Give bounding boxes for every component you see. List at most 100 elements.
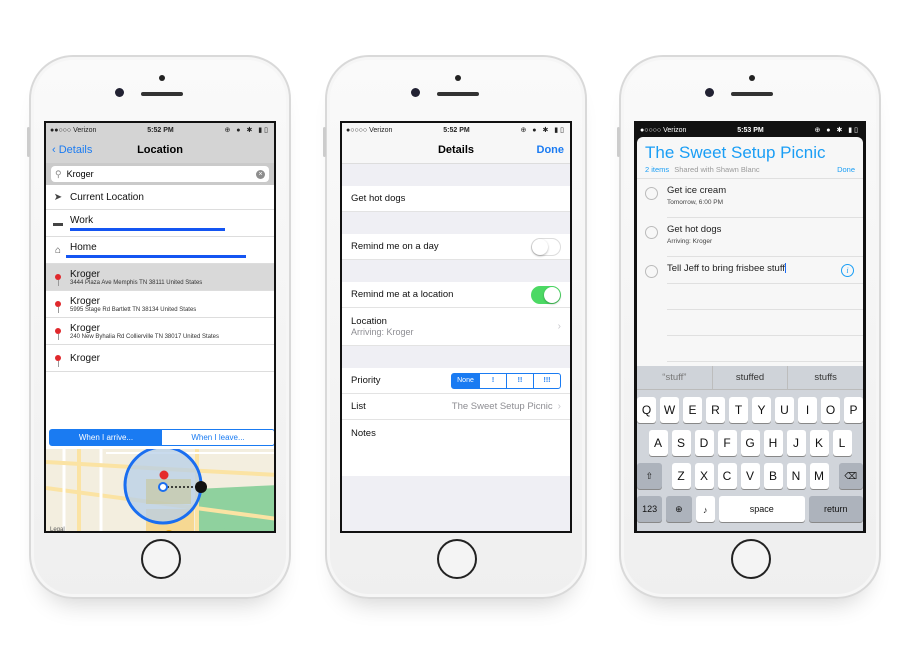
key-r[interactable]: R xyxy=(706,397,725,423)
list-title[interactable]: The Sweet Setup Picnic xyxy=(637,137,863,163)
key-f[interactable]: F xyxy=(717,430,737,456)
key-w[interactable]: W xyxy=(660,397,679,423)
shift-key[interactable]: ⇧ xyxy=(637,463,662,489)
priority-row: Priority None ! !! !!! xyxy=(342,368,570,394)
result-address: 240 New Byhalia Rd Collierville TN 38017… xyxy=(70,333,219,340)
key-s[interactable]: S xyxy=(671,430,691,456)
result-kroger[interactable]: Kroger 5995 Stage Rd Bartlett TN 38134 Un… xyxy=(46,291,274,318)
key-e[interactable]: E xyxy=(683,397,702,423)
return-key[interactable]: return xyxy=(808,496,863,522)
item-subtitle: Arriving: Kroger xyxy=(667,238,713,245)
status-bar: ●○○○○ Verizon 5:53 PM ⊕ ● ✱ ▮▯ xyxy=(636,123,864,137)
earpiece-speaker xyxy=(141,92,183,96)
carrier: ●○○○○ Verizon xyxy=(640,126,687,134)
key-p[interactable]: P xyxy=(844,397,863,423)
house-icon: ⌂ xyxy=(54,244,62,256)
key-g[interactable]: G xyxy=(740,430,760,456)
key-x[interactable]: X xyxy=(694,463,714,489)
space-key[interactable]: space xyxy=(719,496,805,522)
task-title-field[interactable]: Get hot dogs xyxy=(342,186,570,212)
dictation-key[interactable]: ♪ xyxy=(695,496,715,522)
key-c[interactable]: C xyxy=(717,463,737,489)
home-button[interactable] xyxy=(731,539,771,579)
key-q[interactable]: Q xyxy=(637,397,656,423)
segment-leave[interactable]: When I leave... xyxy=(162,430,274,445)
delete-key[interactable]: ⌫ xyxy=(838,463,863,489)
pin-icon xyxy=(55,354,61,367)
key-a[interactable]: A xyxy=(648,430,668,456)
key-d[interactable]: D xyxy=(694,430,714,456)
list-row[interactable]: List The Sweet Setup Picnic › xyxy=(342,394,570,420)
priority-none[interactable]: None xyxy=(452,373,479,388)
done-button[interactable]: Done xyxy=(537,144,565,156)
suggestion[interactable]: “stuff” xyxy=(637,366,712,389)
location-arrow-icon: ➤ xyxy=(53,191,63,203)
info-icon[interactable]: i xyxy=(841,264,854,277)
location-value: Arriving: Kroger xyxy=(351,327,414,337)
location-dot xyxy=(158,482,168,492)
complete-checkbox[interactable] xyxy=(645,187,658,200)
notes-field[interactable]: Notes xyxy=(342,420,570,476)
globe-icon: ⊕ xyxy=(675,504,683,514)
chevron-right-icon: › xyxy=(557,321,561,332)
result-kroger[interactable]: Kroger 3444 Plaza Ave Memphis TN 38111 Un… xyxy=(46,264,274,291)
key-o[interactable]: O xyxy=(821,397,840,423)
search-input[interactable]: ⚲ Kroger × xyxy=(51,166,269,182)
radius-handle[interactable] xyxy=(195,481,207,493)
result-work[interactable]: ▬ Work xyxy=(46,210,274,237)
key-k[interactable]: K xyxy=(809,430,829,456)
suggestion[interactable]: stuffed xyxy=(711,366,788,389)
location-row[interactable]: Location Arriving: Kroger › xyxy=(342,308,570,346)
remind-day-toggle[interactable] xyxy=(531,237,561,256)
list-item-editing[interactable]: Tell Jeff to bring frisbee stuff i xyxy=(637,257,863,284)
back-button[interactable]: ‹ Details xyxy=(46,144,92,156)
result-kroger[interactable]: Kroger 240 New Byhalia Rd Collierville TN… xyxy=(46,318,274,345)
suggestion[interactable]: stuffs xyxy=(787,366,863,389)
result-title: Kroger xyxy=(70,268,101,280)
key-t[interactable]: T xyxy=(729,397,748,423)
remind-location-label: Remind me at a location xyxy=(351,289,454,300)
result-home[interactable]: ⌂ Home xyxy=(46,237,274,264)
microphone-icon: ♪ xyxy=(703,505,708,515)
priority-high[interactable]: !!! xyxy=(533,373,560,388)
result-current-location[interactable]: ➤ Current Location xyxy=(46,185,274,210)
predictive-bar: “stuff” stuffed stuffs xyxy=(637,366,863,390)
item-subtitle: Tomorrow, 6:00 PM xyxy=(667,199,723,206)
key-u[interactable]: U xyxy=(775,397,794,423)
complete-checkbox[interactable] xyxy=(645,265,658,278)
key-v[interactable]: V xyxy=(740,463,760,489)
done-button[interactable]: Done xyxy=(837,165,855,174)
priority-segmented-control: None ! !! !!! xyxy=(451,372,561,389)
status-icons: ⊕ ● ✱ ▮▯ xyxy=(814,127,860,134)
list-item[interactable]: Get ice cream Tomorrow, 6:00 PM xyxy=(637,179,863,218)
arrive-leave-segmented-control: When I arrive... When I leave... xyxy=(49,429,274,446)
key-y[interactable]: Y xyxy=(752,397,771,423)
complete-checkbox[interactable] xyxy=(645,226,658,239)
legal-link[interactable]: Legal xyxy=(50,527,65,531)
remind-location-toggle[interactable] xyxy=(531,285,561,304)
key-n[interactable]: N xyxy=(786,463,806,489)
home-button[interactable] xyxy=(141,539,181,579)
priority-medium[interactable]: !! xyxy=(506,373,533,388)
key-m[interactable]: M xyxy=(809,463,829,489)
list-item[interactable]: Get hot dogs Arriving: Kroger xyxy=(637,218,863,257)
key-j[interactable]: J xyxy=(786,430,806,456)
result-kroger[interactable]: Kroger xyxy=(46,345,274,372)
clear-icon[interactable]: × xyxy=(256,169,265,179)
numbers-key[interactable]: 123 xyxy=(637,496,663,522)
nav-bar: Details Done xyxy=(342,137,570,163)
globe-key[interactable]: ⊕ xyxy=(666,496,692,522)
text-cursor xyxy=(784,263,786,274)
map-view[interactable]: Legal xyxy=(46,449,274,531)
key-i[interactable]: I xyxy=(798,397,817,423)
key-h[interactable]: H xyxy=(763,430,783,456)
segment-arrive[interactable]: When I arrive... xyxy=(50,430,162,445)
key-l[interactable]: L xyxy=(832,430,852,456)
pin-icon xyxy=(55,300,61,313)
priority-low[interactable]: ! xyxy=(479,373,506,388)
item-title-input[interactable]: Tell Jeff to bring frisbee stuff xyxy=(667,263,785,274)
home-button[interactable] xyxy=(437,539,477,579)
key-z[interactable]: Z xyxy=(671,463,691,489)
item-title: Get ice cream xyxy=(667,185,727,196)
key-b[interactable]: B xyxy=(763,463,783,489)
